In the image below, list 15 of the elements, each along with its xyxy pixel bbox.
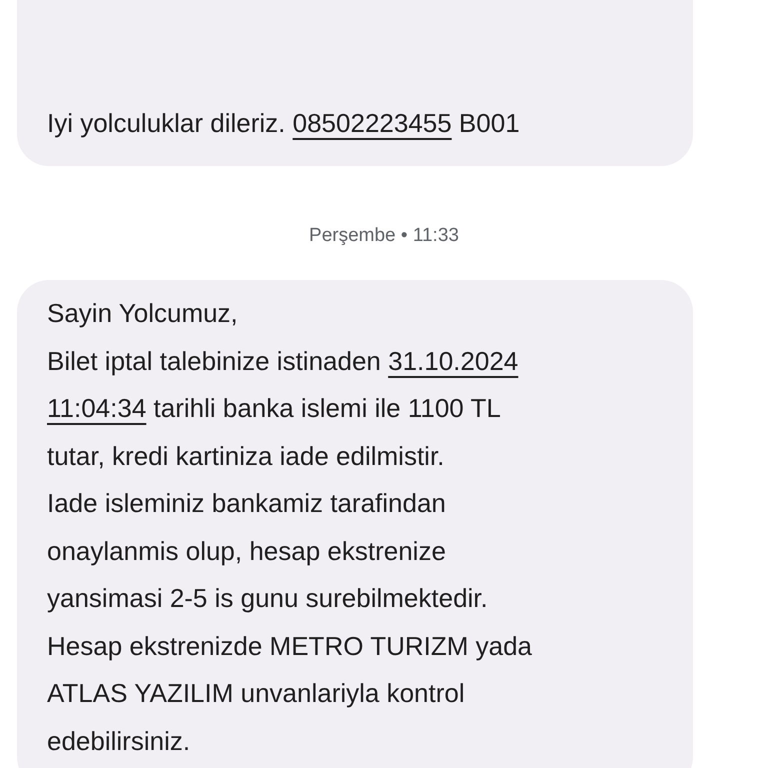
message-text-line: 11:04:34 tarihli banka islemi ile 1100 TL	[47, 392, 502, 425]
date-time-link[interactable]: 31.10.2024	[388, 346, 518, 376]
message-text-line: onaylanmis olup, hesap ekstrenize	[47, 534, 447, 568]
message-text-line: ATLAS YAZILIM unvanlariyla kontrol	[47, 677, 466, 710]
message-text-line: edebilirsiniz.	[47, 724, 192, 758]
message-text-line: tutar, kredi kartiniza iade edilmistir.	[47, 440, 446, 472]
message-text-line: Bilet iptal talebinize istinaden 31.10.2024	[47, 344, 520, 378]
message-text-line: Sayin Yolcumuz,	[47, 297, 239, 330]
message-text-line: Iade isleminiz bankamiz tarafindan	[47, 487, 447, 520]
message-text-line: yansimasi 2-5 is gunu surebilmektedir.	[47, 582, 489, 615]
phone-number-link[interactable]: 08502223455	[292, 108, 452, 138]
message-text-line: Iyi yolculuklar dileriz. 08502223455 B001	[47, 107, 521, 140]
message-timestamp: Perşembe • 11:33	[309, 224, 459, 248]
message-text-line: Hesap ekstrenizde METRO TURIZM yada	[47, 630, 533, 662]
date-time-link[interactable]: 11:04:34	[47, 393, 146, 423]
